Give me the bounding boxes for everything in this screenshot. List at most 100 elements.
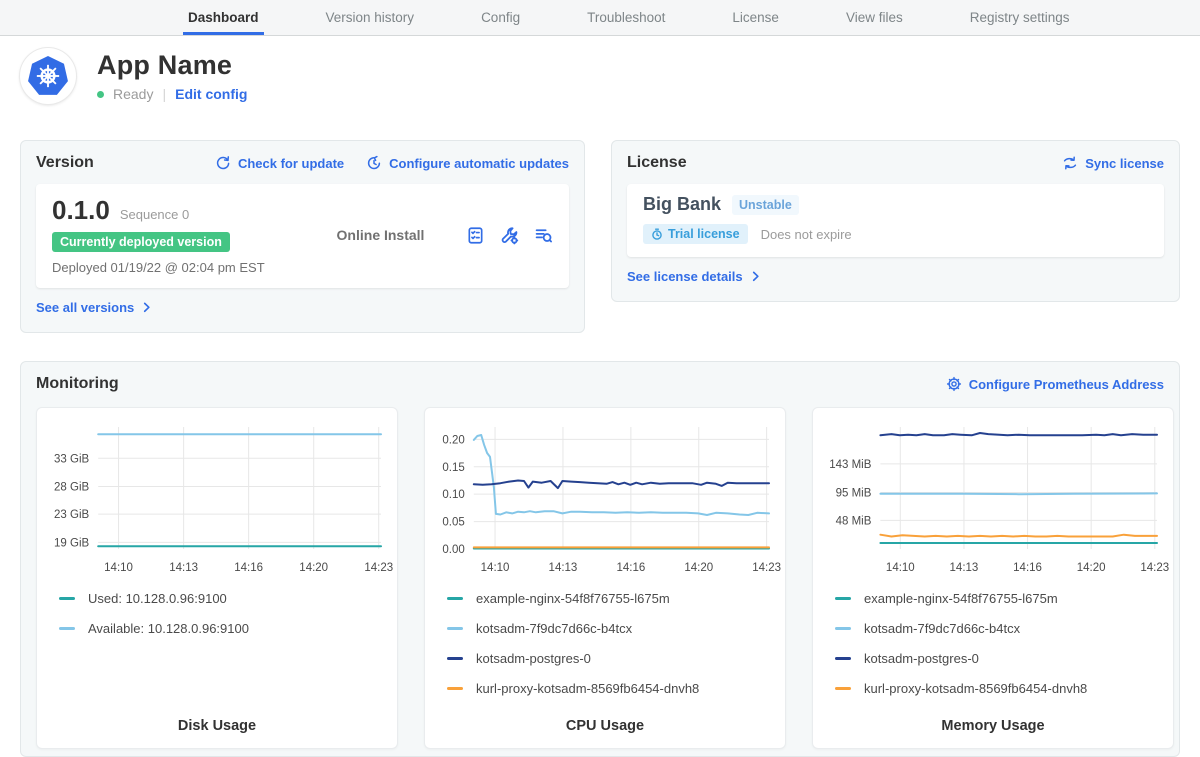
- legend-color-dash: [447, 627, 463, 630]
- svg-text:14:16: 14:16: [1013, 562, 1042, 574]
- legend-color-dash: [59, 627, 75, 630]
- svg-text:14:23: 14:23: [364, 562, 393, 574]
- svg-text:14:10: 14:10: [481, 562, 510, 574]
- config-wrench-icon[interactable]: [500, 226, 519, 245]
- legend-label: example-nginx-54f8f76755-l675m: [864, 591, 1058, 606]
- tab-version-history[interactable]: Version history: [321, 0, 420, 35]
- legend-color-dash: [835, 657, 851, 660]
- install-type: Online Install: [295, 227, 466, 243]
- svg-text:14:16: 14:16: [234, 562, 263, 574]
- license-expiry: Does not expire: [761, 227, 852, 242]
- license-name: Big Bank: [643, 194, 721, 215]
- svg-text:14:16: 14:16: [616, 562, 645, 574]
- legend-item: kurl-proxy-kotsadm-8569fb6454-dnvh8: [835, 681, 1151, 696]
- svg-text:23 GiB: 23 GiB: [54, 509, 89, 521]
- gear-icon: [946, 376, 962, 392]
- sync-license-button[interactable]: Sync license: [1062, 155, 1164, 171]
- tab-license[interactable]: License: [727, 0, 784, 35]
- svg-text:14:13: 14:13: [169, 562, 198, 574]
- svg-text:14:10: 14:10: [104, 562, 133, 574]
- legend-item: example-nginx-54f8f76755-l675m: [447, 591, 763, 606]
- configure-automatic-updates-button[interactable]: Configure automatic updates: [366, 155, 569, 171]
- main-content: App Name Ready | Edit config Version Che…: [0, 48, 1200, 757]
- divider: |: [162, 86, 166, 102]
- svg-text:14:13: 14:13: [549, 562, 578, 574]
- legend-label: kotsadm-7f9dc7d66c-b4tcx: [476, 621, 632, 636]
- page-title: App Name: [97, 50, 247, 81]
- svg-text:28 GiB: 28 GiB: [54, 481, 89, 493]
- version-sequence: Sequence 0: [120, 207, 189, 222]
- legend-color-dash: [835, 627, 851, 630]
- monitoring-card: Monitoring Configure Prometheus Address …: [20, 361, 1180, 757]
- tab-config[interactable]: Config: [476, 0, 525, 35]
- trial-license-badge: Trial license: [643, 224, 748, 244]
- chart-card-disk-usage: 33 GiB 28 GiB 23 GiB 19 GiB 14:10 14:13 14:16 1…: [36, 407, 398, 749]
- edit-config-link[interactable]: Edit config: [175, 86, 247, 102]
- version-card: Version Check for update Configure autom…: [20, 140, 585, 333]
- legend-item: Available: 10.128.0.96:9100: [59, 621, 375, 636]
- check-for-update-button[interactable]: Check for update: [215, 155, 344, 171]
- license-panel: Big Bank Unstable Trial license Does not…: [627, 184, 1164, 257]
- svg-text:14:20: 14:20: [684, 562, 713, 574]
- chevron-right-icon: [142, 302, 152, 313]
- chart-plot: 33 GiB 28 GiB 23 GiB 19 GiB 14:10 14:13 14:16 1…: [37, 421, 399, 581]
- chart-legend: example-nginx-54f8f76755-l675m kotsadm-7f…: [425, 589, 785, 711]
- legend-item: kurl-proxy-kotsadm-8569fb6454-dnvh8: [447, 681, 763, 696]
- channel-badge: Unstable: [732, 195, 799, 215]
- svg-text:0.15: 0.15: [442, 462, 464, 474]
- legend-label: Used: 10.128.0.96:9100: [88, 591, 227, 606]
- chart-title: Disk Usage: [37, 718, 397, 734]
- current-version-panel: 0.1.0 Sequence 0 Currently deployed vers…: [36, 184, 569, 288]
- legend-item: kotsadm-postgres-0: [447, 651, 763, 666]
- legend-color-dash: [59, 597, 75, 600]
- version-card-title: Version: [36, 154, 94, 172]
- license-card-title: License: [627, 154, 687, 172]
- legend-item: kotsadm-postgres-0: [835, 651, 1151, 666]
- deployed-timestamp: Deployed 01/19/22 @ 02:04 pm EST: [52, 260, 295, 275]
- legend-item: kotsadm-7f9dc7d66c-b4tcx: [447, 621, 763, 636]
- chart-card-cpu-usage: 0.200.150.100.050.0014:1014:1314:1614:20…: [424, 407, 786, 749]
- svg-text:19 GiB: 19 GiB: [54, 537, 89, 549]
- legend-color-dash: [447, 687, 463, 690]
- legend-color-dash: [835, 597, 851, 600]
- monitoring-title: Monitoring: [36, 375, 119, 393]
- svg-text:0.10: 0.10: [442, 489, 464, 501]
- svg-text:14:20: 14:20: [1077, 562, 1106, 574]
- preflight-checklist-icon[interactable]: [466, 226, 485, 245]
- legend-label: kurl-proxy-kotsadm-8569fb6454-dnvh8: [476, 681, 699, 696]
- status-text: Ready: [113, 86, 153, 102]
- tab-troubleshoot[interactable]: Troubleshoot: [582, 0, 670, 35]
- svg-text:48 MiB: 48 MiB: [836, 515, 872, 527]
- svg-text:0.05: 0.05: [442, 517, 464, 529]
- view-logs-icon[interactable]: [534, 226, 553, 245]
- chart-card-memory-usage: 143 MiB95 MiB48 MiB14:1014:1314:1614:201…: [812, 407, 1174, 749]
- chart-plot: 0.200.150.100.050.0014:1014:1314:1614:20…: [425, 421, 787, 581]
- legend-item: kotsadm-7f9dc7d66c-b4tcx: [835, 621, 1151, 636]
- configure-prometheus-button[interactable]: Configure Prometheus Address: [946, 376, 1164, 392]
- legend-item: Used: 10.128.0.96:9100: [59, 591, 375, 606]
- legend-label: Available: 10.128.0.96:9100: [88, 621, 249, 636]
- tab-view-files[interactable]: View files: [841, 0, 908, 35]
- license-card: License Sync license Big Bank Unstable T…: [611, 140, 1180, 302]
- tab-dashboard[interactable]: Dashboard: [183, 0, 264, 35]
- cards-row: Version Check for update Configure autom…: [20, 140, 1180, 333]
- version-number: 0.1.0: [52, 195, 110, 226]
- sync-icon: [1062, 155, 1078, 171]
- chart-legend: Used: 10.128.0.96:9100 Available: 10.128.…: [37, 589, 397, 651]
- tab-registry-settings[interactable]: Registry settings: [965, 0, 1075, 35]
- legend-color-dash: [447, 657, 463, 660]
- see-all-versions-link[interactable]: See all versions: [36, 300, 152, 315]
- chart-plot: 143 MiB95 MiB48 MiB14:1014:1314:1614:201…: [813, 421, 1175, 581]
- chevron-right-icon: [751, 271, 761, 282]
- deployed-badge: Currently deployed version: [52, 232, 230, 252]
- charts-row: 33 GiB 28 GiB 23 GiB 19 GiB 14:10 14:13 14:16 1…: [36, 407, 1164, 749]
- svg-text:14:23: 14:23: [752, 562, 781, 574]
- legend-label: kotsadm-postgres-0: [476, 651, 591, 666]
- svg-text:14:13: 14:13: [950, 562, 979, 574]
- svg-text:14:20: 14:20: [299, 562, 328, 574]
- svg-text:14:10: 14:10: [886, 562, 915, 574]
- svg-text:33 GiB: 33 GiB: [54, 453, 89, 465]
- see-license-details-link[interactable]: See license details: [627, 269, 761, 284]
- legend-color-dash: [447, 597, 463, 600]
- svg-text:0.20: 0.20: [442, 434, 464, 446]
